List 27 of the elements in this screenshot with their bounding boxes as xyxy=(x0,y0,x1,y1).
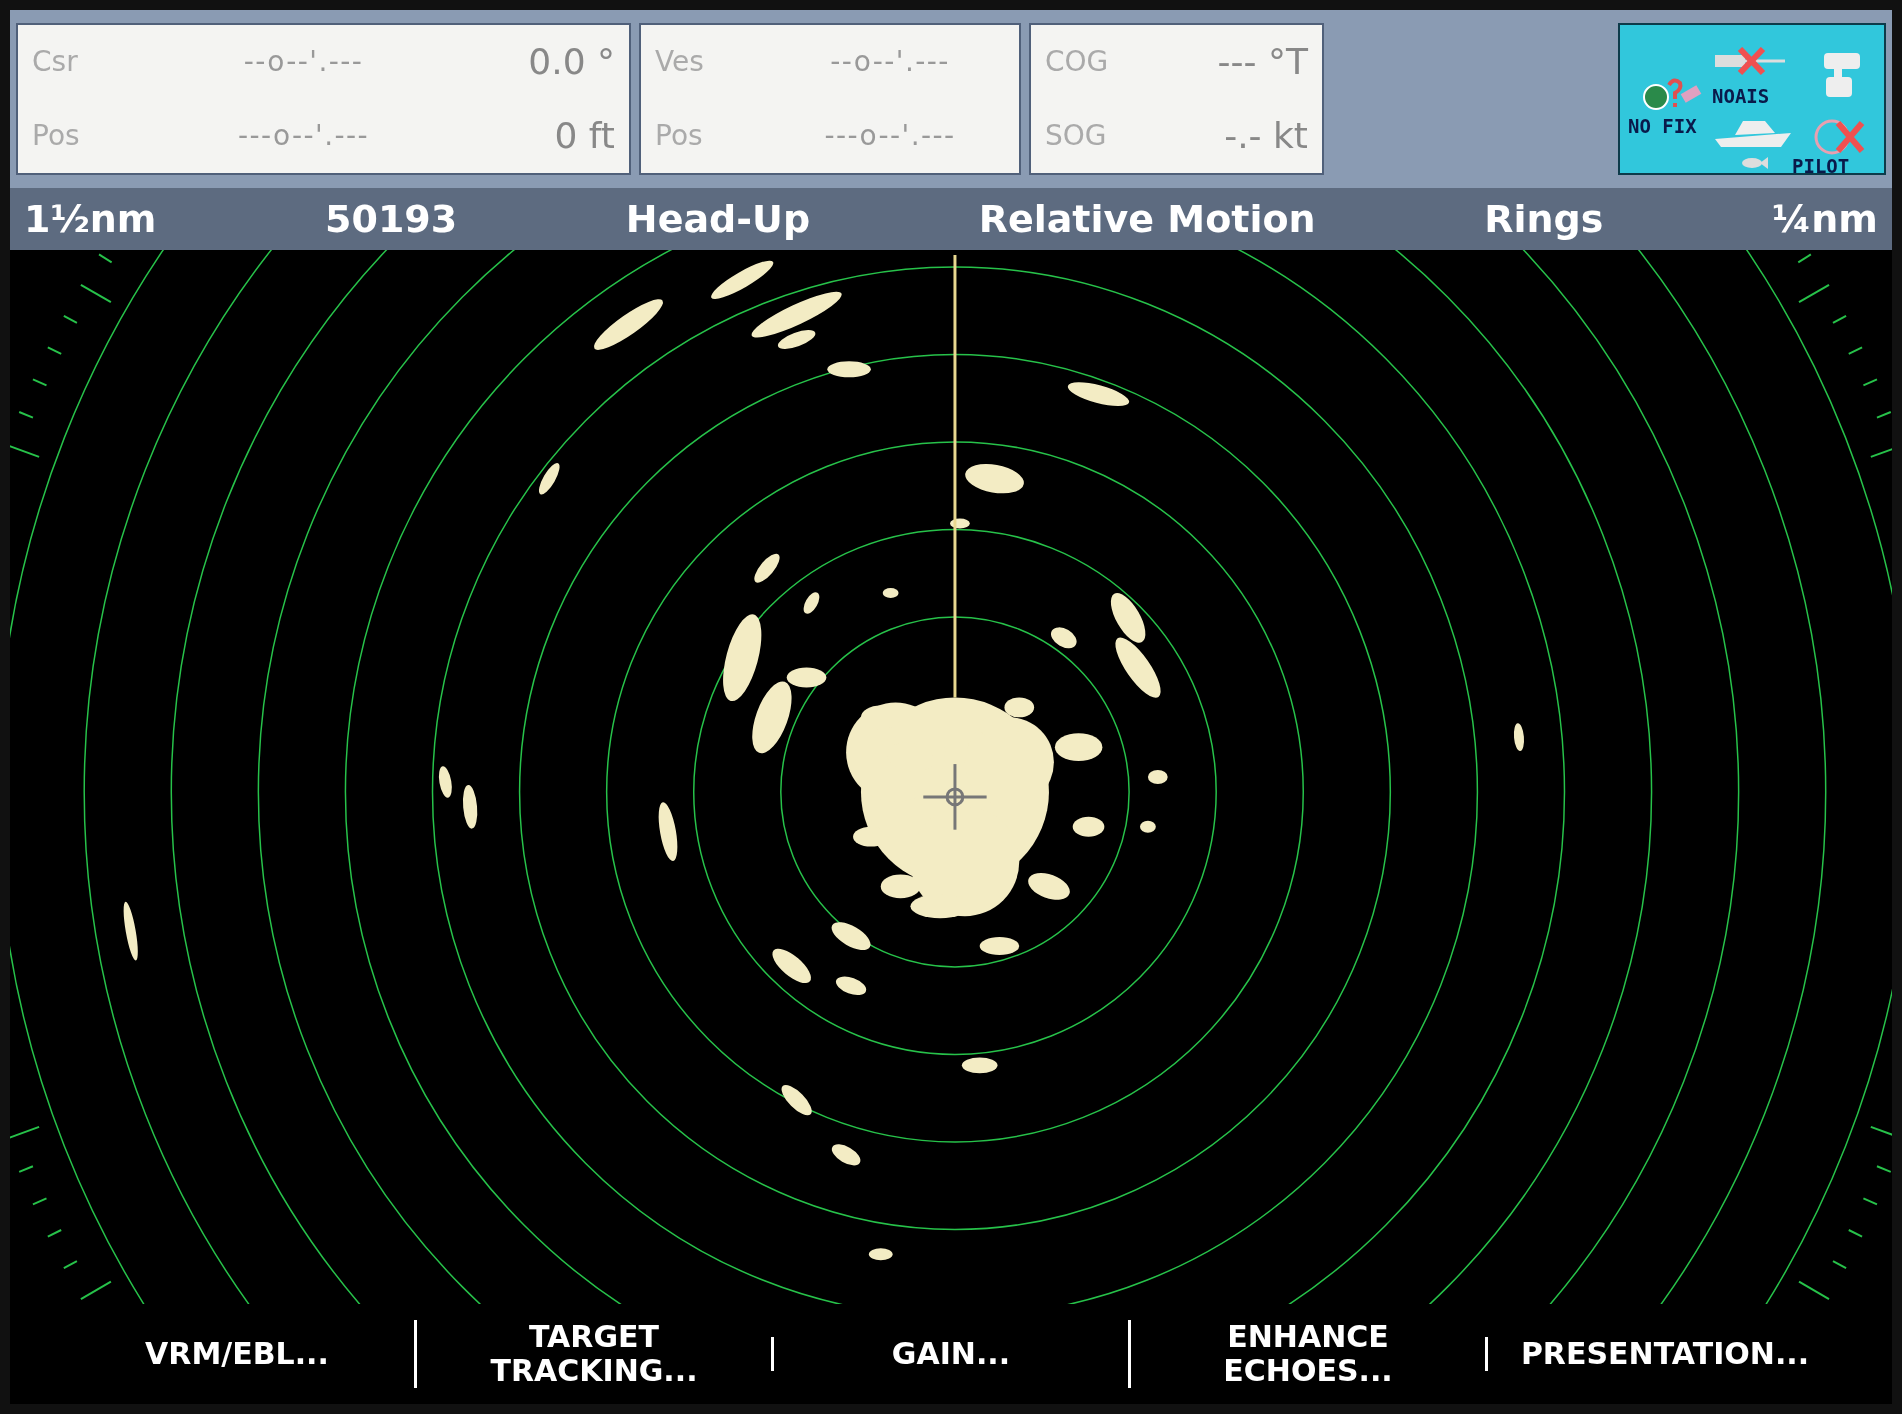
field-label: Ves xyxy=(655,44,705,80)
fish-icon xyxy=(1742,157,1768,169)
no-ais-label: NOAIS xyxy=(1712,87,1770,106)
status-text: Head-Up xyxy=(625,195,811,243)
field-label: Pos xyxy=(655,118,704,154)
satellite-globe-icon xyxy=(1642,75,1702,111)
field-label: SOG xyxy=(1045,118,1108,154)
position-value: --o--'.--- xyxy=(829,44,951,80)
pilot-label: PILOT xyxy=(1792,157,1850,176)
field-label: Csr xyxy=(32,44,79,80)
status-text: Rings xyxy=(1484,195,1604,243)
field-value: --- °T xyxy=(1216,40,1308,84)
field-value: -.- kt xyxy=(1223,114,1308,158)
position-value: --o--'.--- xyxy=(242,44,365,80)
field-label: Pos xyxy=(32,118,81,154)
status-text: ¼nm xyxy=(1771,195,1878,243)
status-text: Relative Motion xyxy=(978,195,1316,243)
status-text: 50193 xyxy=(325,195,458,243)
field-value: 0.0 ° xyxy=(527,40,615,84)
no-fix-label: NO FIX xyxy=(1628,117,1697,136)
position-value: ---o--'.--- xyxy=(823,118,957,154)
field-label: COG xyxy=(1045,44,1110,80)
ais-cross-icon xyxy=(1715,47,1787,77)
position-value: ---o--'.--- xyxy=(237,118,370,154)
crosshair-icon xyxy=(923,764,987,830)
field-value: 0 ft xyxy=(553,114,615,158)
status-text: 1½nm xyxy=(24,195,157,243)
